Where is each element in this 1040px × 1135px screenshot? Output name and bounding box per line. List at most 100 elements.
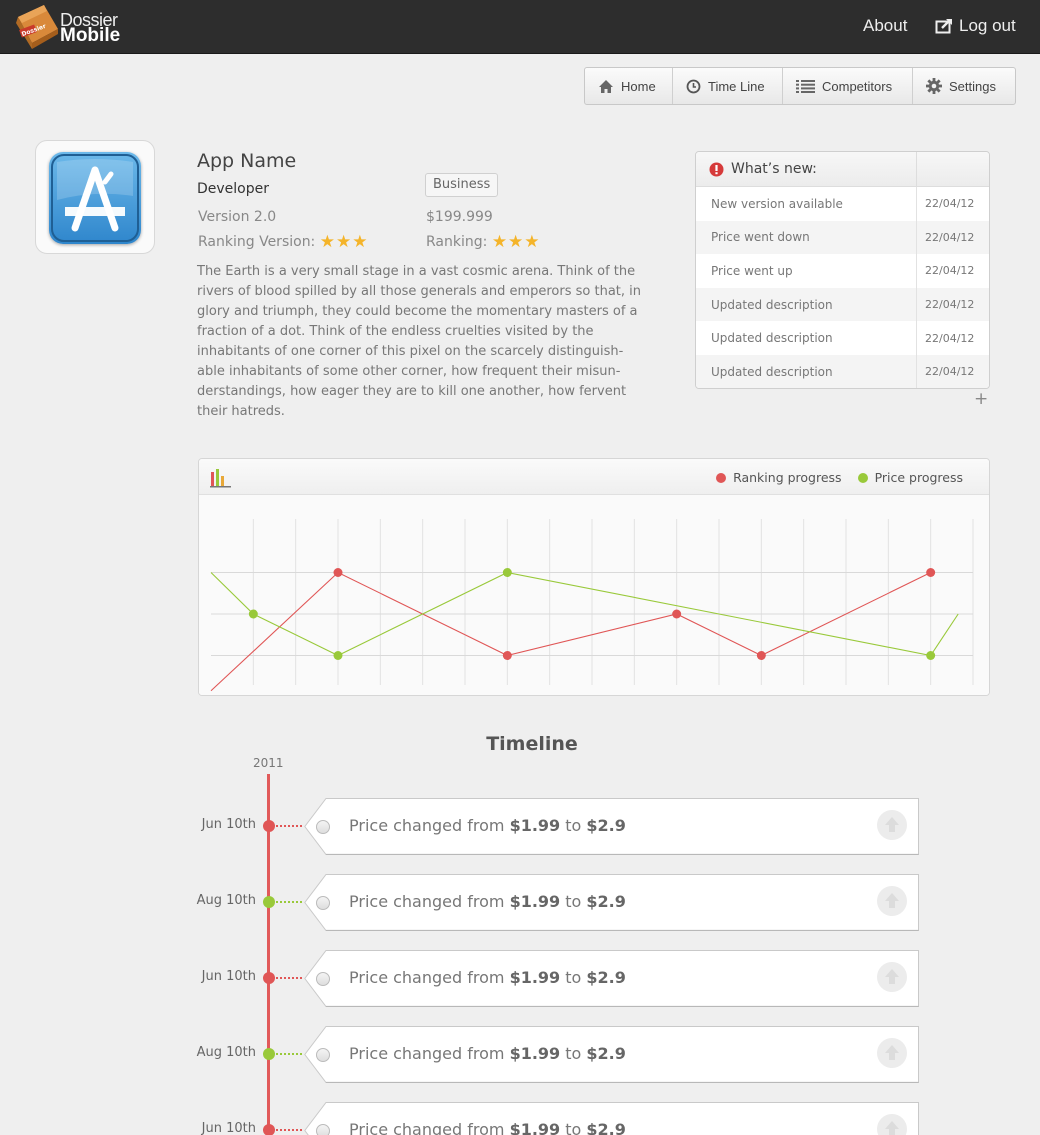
nav-competitors[interactable]: Competitors [783,68,913,104]
nav-home[interactable]: Home [585,68,673,104]
arrow-up-icon [885,1121,899,1135]
legend-item[interactable]: Price progress [857,470,963,485]
timeline-text-prefix: Price changed from [349,1044,510,1063]
timeline-text-to: $2.9 [586,1044,626,1063]
timeline-event-text: Price changed from $1.99 to $2.9 [349,1120,626,1135]
timeline-event-date: Aug 10th [196,893,256,908]
timeline-event-up-button[interactable] [877,962,907,992]
timeline-event-card[interactable]: Price changed from $1.99 to $2.9 [304,950,919,1007]
whats-new-row[interactable]: Price went down 22/04/12 [696,220,989,255]
ranking-label: Ranking: [426,234,488,250]
timeline-text-to: $2.9 [586,892,626,911]
arrow-up-icon [885,817,899,832]
timeline-event-radio[interactable] [316,820,330,834]
timeline-text-from: $1.99 [509,968,561,987]
nav-settings[interactable]: Settings [913,68,1015,104]
list-icon [796,79,815,93]
timeline-event-up-button[interactable] [877,886,907,916]
timeline-event-radio[interactable] [316,1124,330,1135]
timeline-text-mid: to [560,968,587,987]
whats-new-row[interactable]: Price went up 22/04/12 [696,254,989,288]
timeline-event-connector [276,901,302,903]
arrow-up-icon [885,1045,899,1060]
chart-data-point [248,609,258,619]
timeline-event-up-button[interactable] [877,1038,907,1068]
timeline-text-to: $2.9 [586,968,626,987]
app-name: App Name [197,150,297,172]
timeline-event-up-button[interactable] [877,1114,907,1135]
timeline-event-date: Jun 10th [201,969,256,984]
timeline-event-text: Price changed from $1.99 to $2.9 [349,816,626,835]
about-link[interactable]: About [863,16,907,36]
timeline-text-prefix: Price changed from [349,1120,510,1135]
whats-new-row[interactable]: Updated description 22/04/12 [696,354,989,388]
timeline-text-mid: to [560,892,587,911]
whats-new-label: Updated description [696,354,917,388]
logo-icon[interactable]: Dossier [14,3,60,51]
line-chart [199,495,989,695]
alert-icon [709,162,724,176]
logout-link[interactable]: Log out [935,16,1016,36]
whats-new-row[interactable]: Updated description 22/04/12 [696,321,989,355]
legend-dot-icon [716,473,727,483]
logo-wordmark[interactable]: Dossier Mobile [60,11,121,46]
whats-new-title: What’s new: [731,161,817,177]
arrow-up-icon [885,893,899,908]
gear-icon [926,78,942,94]
timeline-event-marker [263,1048,275,1060]
legend-label: Ranking progress [733,470,842,485]
top-bar: Dossier Dossier Mobile About Log out [0,0,1040,54]
app-developer[interactable]: Developer [197,181,269,197]
app-version: Version 2.0 [198,209,277,225]
star-rating-icon: ★★★ [491,232,541,252]
clock-icon [686,79,701,93]
timeline-event-connector [276,1053,302,1055]
app-icon-frame [35,140,155,254]
timeline-event-radio[interactable] [316,896,330,910]
timeline-event-date: Jun 10th [201,1121,256,1135]
timeline-text-mid: to [560,1044,587,1063]
legend-item[interactable]: Ranking progress [716,470,842,485]
whats-new-more-button[interactable]: + [974,389,988,409]
chart-legend: Ranking progress Price progress [716,470,963,485]
timeline-text-from: $1.99 [509,816,561,835]
timeline-event-marker [263,820,275,832]
whats-new-panel: What’s new: New version available 22/04/1… [695,151,990,389]
timeline-title: Timeline [486,733,578,755]
timeline-year: 2011 [253,756,284,770]
ranking-version-label: Ranking Version: [198,234,316,250]
logo-line-2: Mobile [60,25,121,46]
nav-timeline[interactable]: Time Line [673,68,783,104]
ranking: Ranking: ★★★ [426,232,541,252]
ranking-version: Ranking Version: ★★★ [198,232,368,252]
timeline-event-up-button[interactable] [877,810,907,840]
timeline-event-radio[interactable] [316,972,330,986]
timeline-text-to: $2.9 [586,1120,626,1135]
timeline-event-text: Price changed from $1.99 to $2.9 [349,1044,626,1063]
bar-chart-icon [210,469,231,488]
timeline-event-date: Aug 10th [196,1045,256,1060]
category-badge[interactable]: Business [425,173,499,197]
legend-label: Price progress [874,470,963,485]
whats-new-date: 22/04/12 [925,331,975,345]
timeline-event-marker [263,1124,275,1135]
timeline-text-from: $1.99 [509,892,561,911]
timeline-text-to: $2.9 [586,816,626,835]
whats-new-row[interactable]: Updated description 22/04/12 [696,287,989,322]
whats-new-date: 22/04/12 [925,264,975,278]
timeline-event-marker [263,972,275,984]
timeline-event-radio[interactable] [316,1048,330,1062]
whats-new-row[interactable]: New version available 22/04/12 [696,187,989,221]
timeline-event-card[interactable]: Price changed from $1.99 to $2.9 [304,1026,919,1083]
whats-new-list: New version available 22/04/12 Price went… [696,187,989,388]
timeline-event-connector [276,977,302,979]
whats-new-label: Updated description [696,287,917,322]
whats-new-label: New version available [696,187,917,221]
main-nav: Home Time Line Competitors Settings [584,67,1016,105]
whats-new-header: What’s new: [696,152,917,186]
timeline-event-marker [263,896,275,908]
timeline-event-card[interactable]: Price changed from $1.99 to $2.9 [304,874,919,931]
timeline-event-card[interactable]: Price changed from $1.99 to $2.9 [304,1102,919,1135]
timeline-event-connector [276,1129,302,1131]
timeline-event-card[interactable]: Price changed from $1.99 to $2.9 [304,798,919,855]
